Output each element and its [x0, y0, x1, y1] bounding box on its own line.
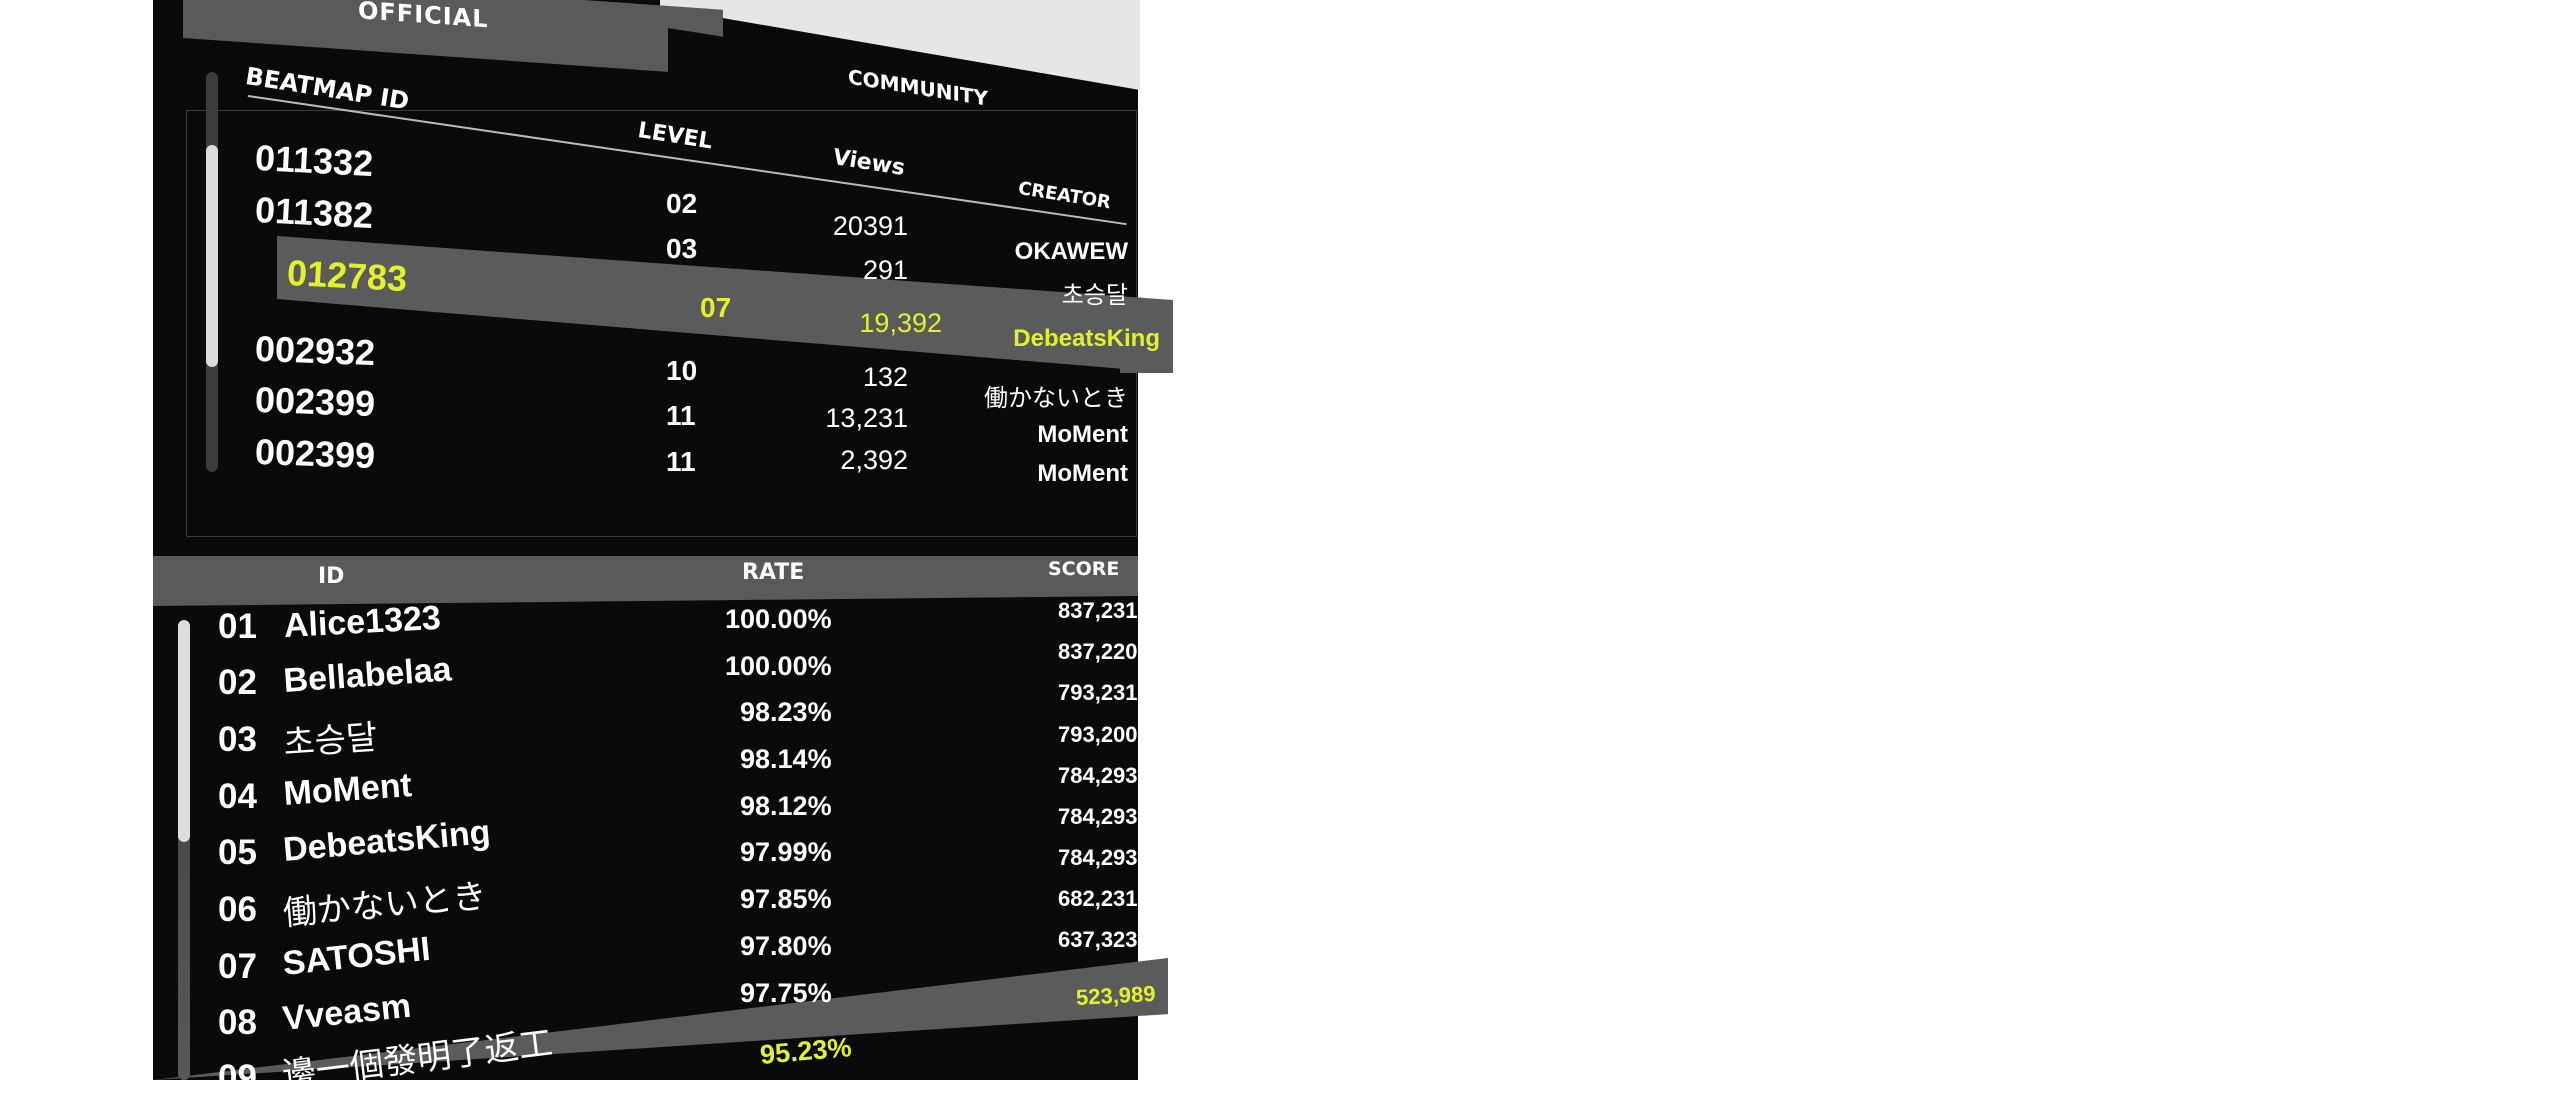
leaderboard-score: 637,323	[1058, 927, 1138, 952]
leaderboard-rank: 06	[218, 890, 257, 929]
leaderboard-rate: 97.80%	[740, 931, 832, 961]
leaderboard-rank: 03	[218, 720, 257, 759]
leaderboard-player-name[interactable]: Alice1323	[283, 599, 442, 646]
leaderboard-header-id: ID	[318, 564, 345, 589]
beatmap-level-cell: 10	[666, 355, 698, 386]
leaderboard-rank: 09	[218, 1058, 257, 1097]
beatmap-level-cell: 11	[666, 446, 696, 477]
leaderboard-score: 784,293	[1058, 804, 1138, 829]
leaderboard-rate: 98.14%	[740, 744, 832, 774]
beatmap-creator-cell: OKAWEW	[1014, 238, 1128, 265]
leaderboard-rate: 100.00%	[725, 604, 832, 634]
beatmap-scrollbar-thumb[interactable]	[206, 145, 218, 367]
leaderboard-header-rate: RATE	[742, 560, 805, 585]
beatmap-creator-cell: 초승달	[1061, 282, 1128, 309]
leaderboard-score: 793,231	[1058, 680, 1138, 705]
beatmap-creator-cell: DebeatsKing	[1013, 325, 1160, 352]
beatmap-views-cell: 2,392	[840, 445, 908, 475]
beatmap-level-cell: 07	[700, 292, 732, 323]
tab-official-label: OFFICIAL	[358, 0, 489, 34]
leaderboard-rate: 98.12%	[740, 791, 832, 821]
beatmap-level-cell: 02	[666, 188, 698, 219]
leaderboard-score: 837,220	[1058, 639, 1138, 664]
beatmap-id-cell[interactable]: 011382	[254, 189, 374, 237]
leaderboard-header-score: SCORE	[1048, 558, 1120, 580]
leaderboard-score: 784,293	[1058, 845, 1138, 870]
beatmap-creator-cell: 働かないとき	[984, 385, 1128, 412]
leaderboard-score: 793,200	[1058, 722, 1138, 747]
leaderboard-score-selected: 523,989	[1075, 980, 1157, 1011]
beatmap-creator-cell: MoMent	[1037, 460, 1128, 487]
leaderboard-rate: 100.00%	[725, 651, 832, 681]
beatmap-id-cell[interactable]: 002932	[254, 328, 375, 374]
leaderboard-score: 682,231	[1058, 886, 1138, 911]
leaderboard-rate: 97.85%	[740, 884, 832, 914]
leaderboard-rate: 97.99%	[740, 837, 832, 867]
leaderboard-rate: 97.75%	[740, 978, 832, 1008]
beatmap-views-cell: 20391	[832, 211, 908, 241]
beatmap-views-cell: 19,392	[859, 308, 942, 338]
leaderboard-rank: 04	[218, 777, 257, 816]
beatmap-id-cell[interactable]: 011332	[254, 137, 374, 185]
beatmap-id-cell[interactable]: 002399	[254, 431, 375, 477]
leaderboard-rank: 07	[218, 947, 257, 986]
beatmap-views-cell: 132	[862, 362, 908, 392]
beatmap-id-cell[interactable]: 002399	[254, 379, 375, 425]
beatmap-views-cell: 13,231	[825, 403, 908, 433]
beatmap-id-cell-selected[interactable]: 012783	[286, 252, 408, 300]
leaderboard-rank: 05	[218, 833, 257, 872]
leaderboard-score: 837,231	[1058, 598, 1138, 623]
leaderboard-rate: 98.23%	[740, 697, 832, 727]
leaderboard-score: 784,293	[1058, 763, 1138, 788]
beatmap-creator-cell: MoMent	[1037, 421, 1128, 448]
leaderboard-rank: 08	[218, 1003, 257, 1042]
beatmap-level-cell: 03	[666, 233, 698, 264]
leaderboard-rank: 01	[218, 607, 257, 646]
leaderboard-scrollbar-thumb[interactable]	[178, 620, 190, 842]
beatmap-level-cell: 11	[666, 400, 696, 431]
beatmap-views-cell: 291	[862, 255, 908, 285]
leaderboard-rank: 02	[218, 663, 257, 702]
leaderboard-player-name[interactable]: 초승달	[282, 710, 379, 765]
